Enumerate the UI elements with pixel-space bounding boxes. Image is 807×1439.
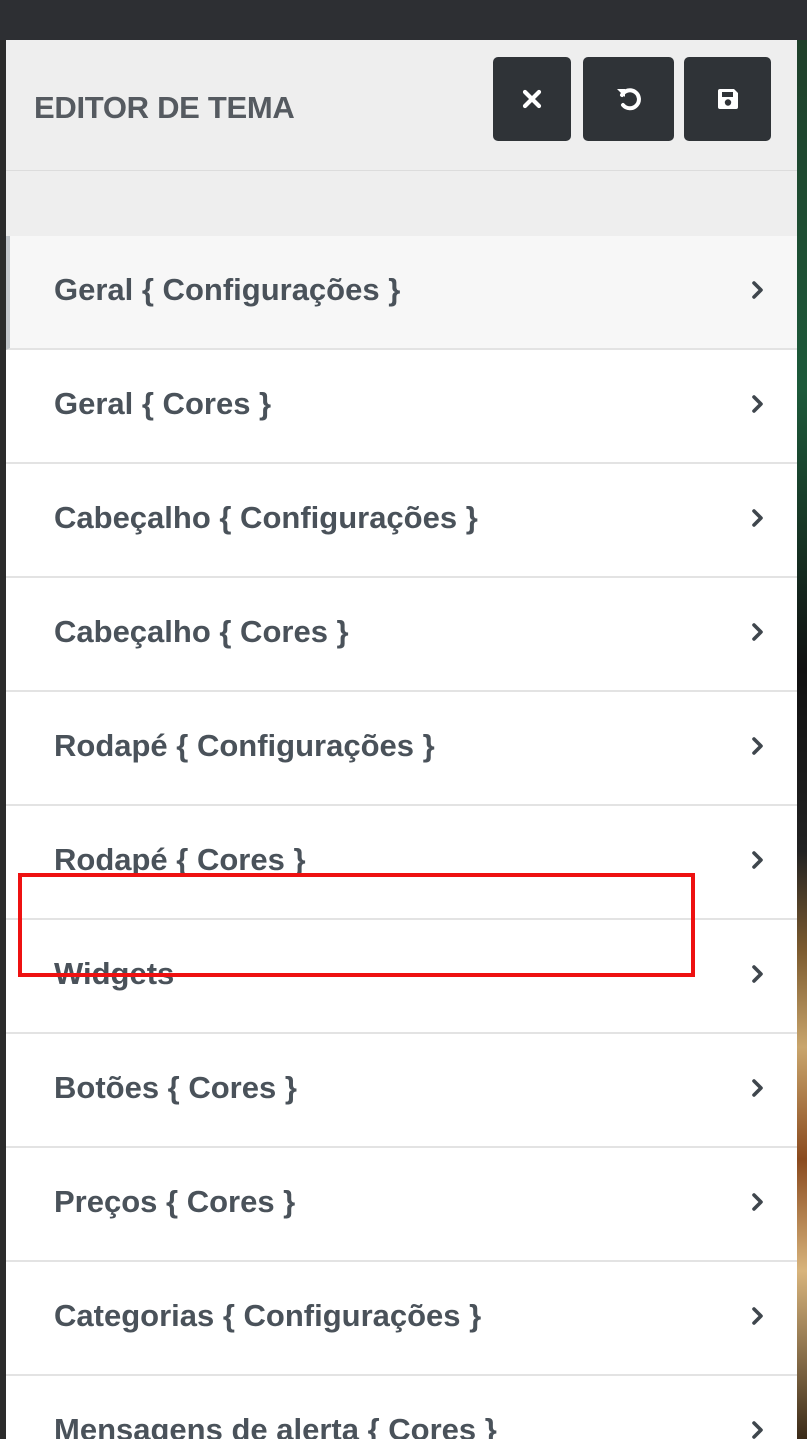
chevron-right-icon	[752, 623, 763, 641]
menu-item-label: Botões { Cores }	[54, 1070, 297, 1105]
panel-header: EDITOR DE TEMA	[6, 40, 797, 171]
undo-icon	[616, 88, 641, 111]
menu-item-label: Categorias { Configurações }	[54, 1298, 482, 1333]
close-icon	[522, 89, 542, 109]
chevron-right-icon	[752, 281, 763, 299]
menu-item-label: Cabeçalho { Cores }	[54, 614, 349, 649]
top-bar	[0, 0, 807, 40]
menu-item-label: Preços { Cores }	[54, 1184, 296, 1219]
save-button[interactable]	[684, 57, 771, 141]
panel-title: EDITOR DE TEMA	[34, 90, 295, 125]
chevron-right-icon	[752, 851, 763, 869]
menu-item-1[interactable]: Geral { Configurações }	[6, 236, 797, 350]
background-page-strip	[797, 40, 807, 1439]
menu-item-5[interactable]: Rodapé { Configurações }	[6, 692, 797, 806]
menu-item-label: Geral { Cores }	[54, 386, 272, 421]
chevron-right-icon	[752, 1193, 763, 1211]
menu-item-11[interactable]: Mensagens de alerta { Cores }	[6, 1376, 797, 1439]
menu-item-9[interactable]: Preços { Cores }	[6, 1148, 797, 1262]
menu-item-label: Widgets	[54, 956, 175, 991]
menu-item-3[interactable]: Cabeçalho { Configurações }	[6, 464, 797, 578]
menu-item-7[interactable]: Widgets	[6, 920, 797, 1034]
menu-item-2[interactable]: Geral { Cores }	[6, 350, 797, 464]
chevron-right-icon	[752, 395, 763, 413]
chevron-right-icon	[752, 1079, 763, 1097]
close-button[interactable]	[493, 57, 571, 141]
chevron-right-icon	[752, 1307, 763, 1325]
menu-item-8[interactable]: Botões { Cores }	[6, 1034, 797, 1148]
menu-item-label: Cabeçalho { Configurações }	[54, 500, 478, 535]
chevron-right-icon	[752, 1421, 763, 1439]
reset-button[interactable]	[583, 57, 674, 141]
menu-item-label: Geral { Configurações }	[54, 272, 401, 307]
theme-editor-panel: EDITOR DE TEMA Geral { Configurações } Ge…	[6, 40, 797, 1439]
save-icon	[717, 89, 738, 109]
menu-item-6[interactable]: Rodapé { Cores }	[6, 806, 797, 920]
menu-item-10[interactable]: Categorias { Configurações }	[6, 1262, 797, 1376]
chevron-right-icon	[752, 509, 763, 527]
menu-item-label: Mensagens de alerta { Cores }	[54, 1412, 497, 1439]
chevron-right-icon	[752, 737, 763, 755]
menu-item-label: Rodapé { Cores }	[54, 842, 306, 877]
panel-subheader	[6, 171, 797, 236]
theme-section-menu: Geral { Configurações } Geral { Cores } Ca…	[6, 236, 797, 1439]
menu-item-label: Rodapé { Configurações }	[54, 728, 435, 763]
menu-item-4[interactable]: Cabeçalho { Cores }	[6, 578, 797, 692]
chevron-right-icon	[752, 965, 763, 983]
